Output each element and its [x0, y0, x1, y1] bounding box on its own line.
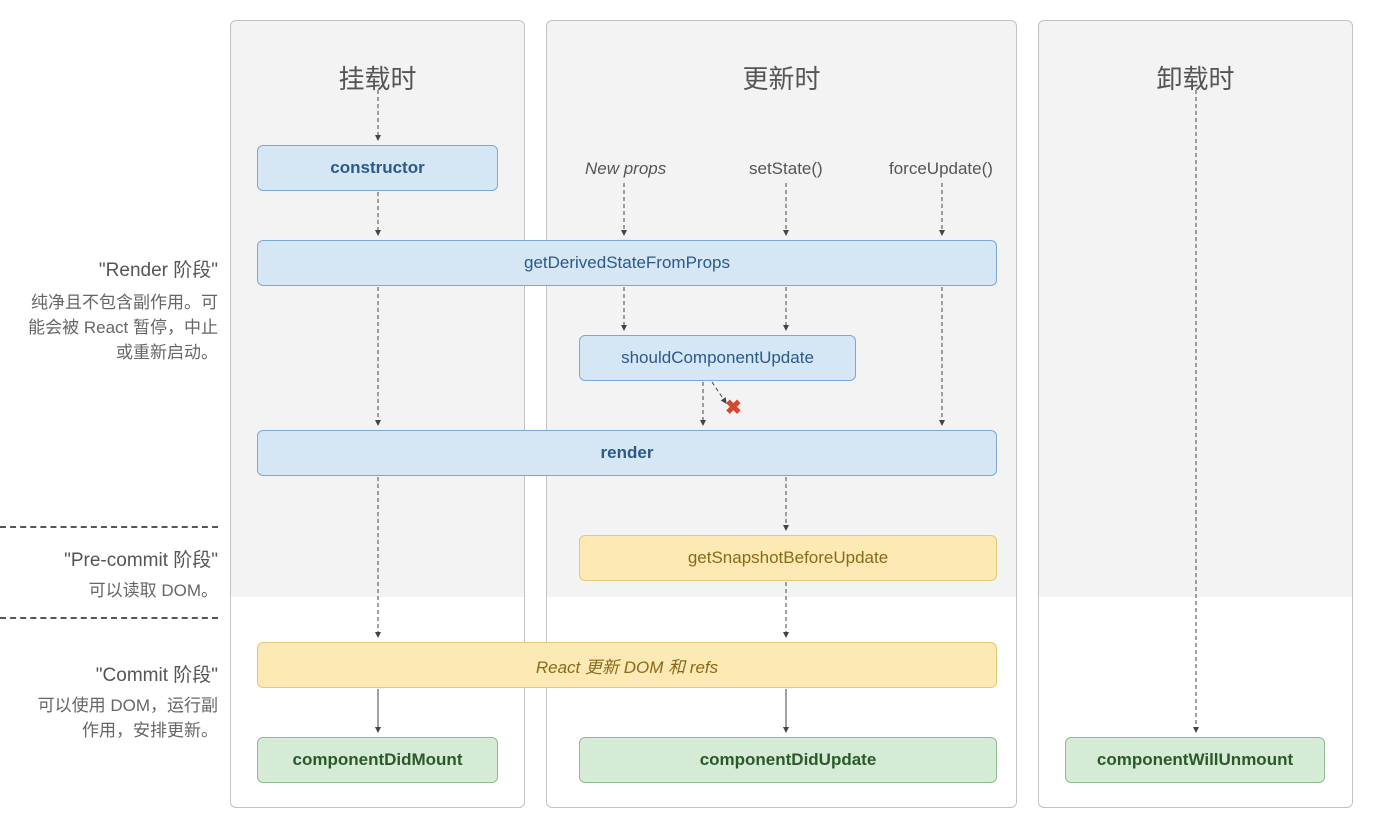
arrows — [0, 0, 1378, 821]
cross-icon: ✖ — [725, 395, 742, 420]
diagram-root: { "columns": { "mounting": "挂载时", "updat… — [0, 0, 1378, 821]
